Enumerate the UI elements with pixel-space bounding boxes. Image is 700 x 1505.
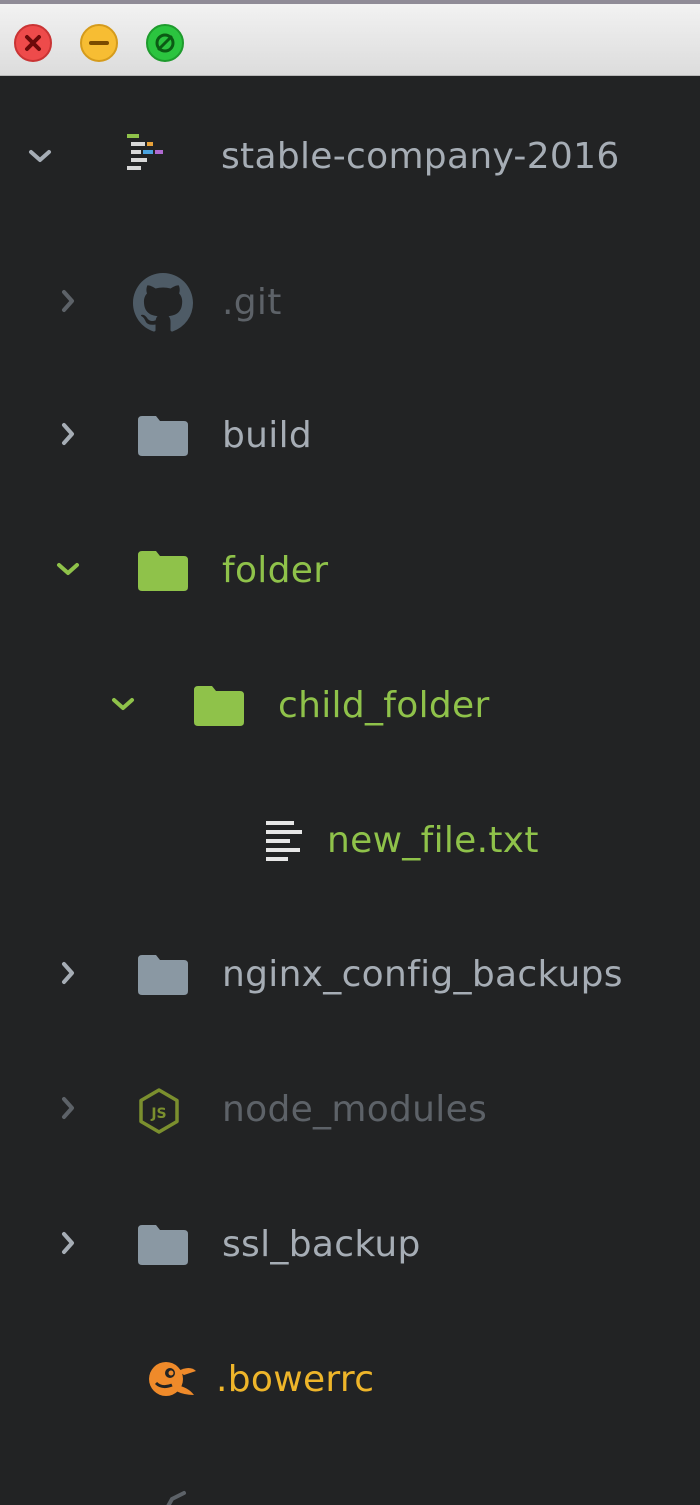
tree-item-nginx-config-backups[interactable]: nginx_config_backups — [0, 925, 700, 1025]
file-tree: stable-company-2016 .git build folder ch… — [0, 76, 700, 1505]
maximize-window-button[interactable] — [146, 24, 184, 62]
tree-item-label: new_file.txt — [327, 820, 539, 861]
svg-text:JS: JS — [150, 1106, 166, 1122]
tree-item-ssl-backup[interactable]: ssl_backup — [0, 1195, 700, 1295]
project-name: stable-company-2016 — [221, 136, 620, 177]
close-icon — [25, 35, 41, 51]
chevron-down-icon[interactable] — [108, 689, 138, 719]
tree-item-node-modules[interactable]: JS node_modules — [0, 1060, 700, 1160]
minimize-icon — [89, 41, 109, 45]
minimize-window-button[interactable] — [80, 24, 118, 62]
file-icon — [166, 1491, 186, 1505]
bower-icon — [149, 1362, 196, 1396]
tree-item-label: .git — [222, 282, 282, 323]
tree-item-label: folder — [222, 550, 329, 591]
folder-icon — [138, 1225, 188, 1265]
tree-root-project[interactable]: stable-company-2016 — [0, 108, 700, 208]
tree-item-git[interactable]: .git — [0, 253, 700, 353]
tree-item-label: .bowerrc — [216, 1359, 375, 1400]
tree-item-child-folder[interactable]: child_folder — [0, 656, 700, 756]
tree-item-partial[interactable] — [0, 1471, 700, 1505]
github-icon — [133, 273, 193, 332]
chevron-down-icon[interactable] — [53, 554, 83, 584]
text-file-icon — [266, 821, 302, 861]
window-titlebar — [0, 0, 700, 76]
chevron-down-icon[interactable] — [25, 141, 55, 171]
close-window-button[interactable] — [14, 24, 52, 62]
tree-item-label: ssl_backup — [222, 1224, 421, 1265]
chevron-right-icon[interactable] — [53, 286, 83, 316]
chevron-right-icon[interactable] — [53, 419, 83, 449]
tree-item-build[interactable]: build — [0, 386, 700, 486]
chevron-right-icon[interactable] — [53, 1228, 83, 1258]
tree-item-label: build — [222, 415, 313, 456]
project-icon — [127, 134, 163, 170]
tree-item-label: node_modules — [222, 1089, 488, 1130]
tree-item-new-file[interactable]: new_file.txt — [0, 791, 700, 891]
chevron-right-icon[interactable] — [53, 958, 83, 988]
folder-icon — [138, 416, 188, 456]
tree-item-bowerrc[interactable]: .bowerrc — [0, 1330, 700, 1430]
nodejs-icon: JS — [139, 1088, 179, 1134]
tree-item-folder[interactable]: folder — [0, 521, 700, 621]
chevron-right-icon[interactable] — [53, 1093, 83, 1123]
folder-icon — [138, 551, 188, 591]
folder-icon — [194, 686, 244, 726]
maximize-icon — [155, 33, 175, 53]
folder-icon — [138, 955, 188, 995]
tree-item-label: nginx_config_backups — [222, 954, 623, 995]
tree-item-label: child_folder — [278, 685, 490, 726]
